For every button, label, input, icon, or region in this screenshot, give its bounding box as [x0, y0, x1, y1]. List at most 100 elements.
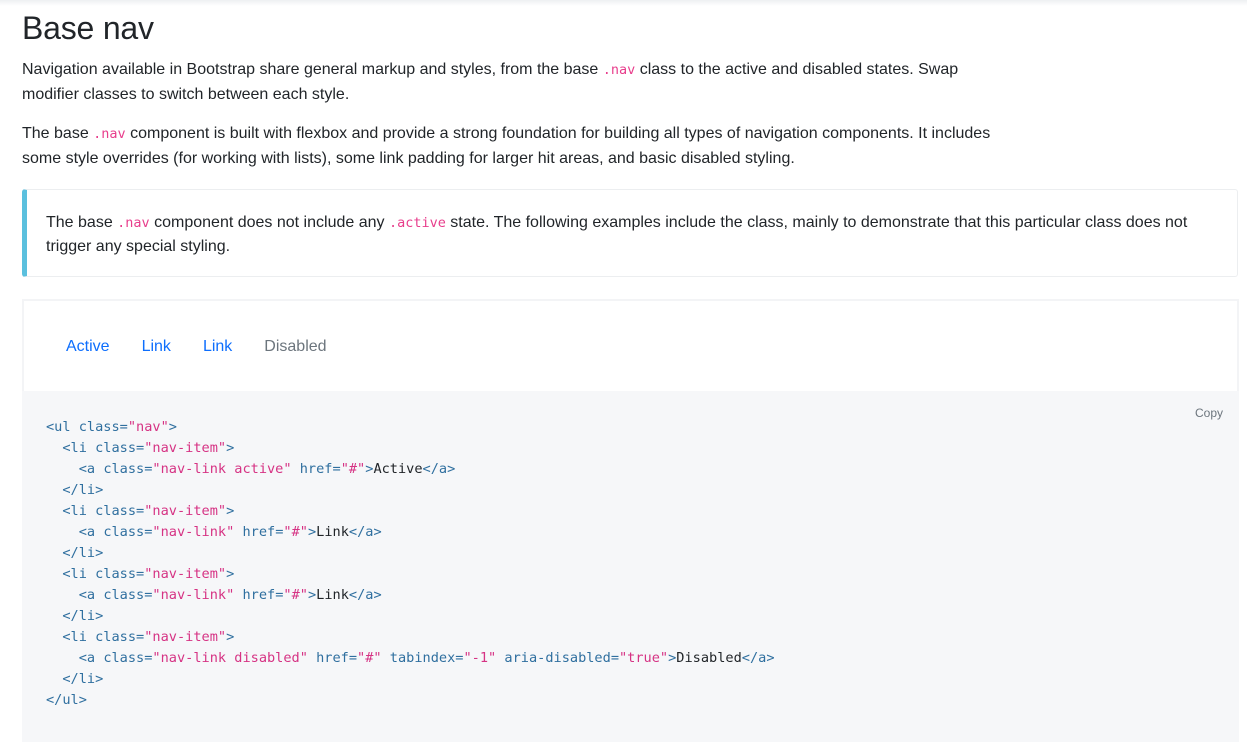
code-token: class — [103, 587, 145, 603]
code-token: = — [348, 650, 358, 666]
code-token: </a> — [348, 587, 382, 603]
code-token: "nav-link" — [152, 587, 235, 603]
callout-text-middle: component does not include any — [149, 214, 389, 231]
code-line: <a class="nav-link" href="#">Link</a> — [46, 524, 382, 540]
code-token: = — [136, 440, 145, 456]
code-line: </li> — [46, 482, 103, 498]
code-line: <a class="nav-link active" href="#">Acti… — [46, 461, 456, 477]
code-snippet: Copy <ul class="nav"> <li class="nav-ite… — [22, 391, 1239, 742]
copy-button[interactable]: Copy — [1195, 406, 1223, 420]
code-token: > — [168, 419, 177, 435]
code-token: <a — [78, 650, 104, 666]
code-token: > — [226, 503, 235, 519]
code-token: href — [242, 524, 276, 540]
code-token: </a> — [741, 650, 775, 666]
nav-item: Link — [126, 336, 187, 358]
nav-link[interactable]: Link — [126, 336, 187, 358]
code-token: <a — [78, 587, 104, 603]
page-title: Base nav — [22, 10, 154, 46]
code-line: <li class="nav-item"> — [46, 629, 234, 645]
code-token: tabindex — [389, 650, 456, 666]
code-token: </li> — [62, 671, 104, 687]
inline-code: .nav — [93, 126, 126, 142]
code-token: "nav-item" — [144, 629, 227, 645]
code-token: class — [103, 461, 145, 477]
code-token: "#" — [340, 461, 366, 477]
code-token: href — [299, 461, 333, 477]
nav-link[interactable]: Link — [187, 336, 248, 358]
code-line: </li> — [46, 608, 103, 624]
code-token: </ul> — [46, 692, 87, 708]
code-token: Link — [316, 524, 349, 540]
top-shadow — [0, 0, 1247, 6]
code-token: href — [316, 650, 349, 666]
nav-item: Link — [187, 336, 248, 358]
code-token: <a — [78, 461, 104, 477]
code-line: </li> — [46, 545, 103, 561]
code-token: "#" — [357, 650, 382, 666]
nav-item: Active — [50, 336, 126, 358]
code-token: = — [119, 419, 128, 435]
callout-text: The base .nav component does not include… — [46, 211, 1226, 259]
code-token: </li> — [62, 608, 104, 624]
info-callout: The base .nav component does not include… — [22, 189, 1238, 277]
code-line: <a class="nav-link" href="#">Link</a> — [46, 587, 382, 603]
code-token: "true" — [619, 650, 669, 666]
code-listing: <ul class="nav"> <li class="nav-item"> <… — [46, 417, 775, 711]
inline-code: .active — [388, 215, 446, 231]
code-token: "nav-link" — [152, 524, 235, 540]
code-token: <li — [62, 629, 96, 645]
code-token: <a — [78, 524, 104, 540]
nav-link-disabled: Disabled — [264, 338, 327, 355]
code-token: class — [103, 524, 145, 540]
code-token: "nav-item" — [144, 440, 227, 456]
code-token: = — [610, 650, 619, 666]
description-text: The base — [22, 125, 94, 142]
intro-text: Navigation available in Bootstrap share … — [22, 61, 603, 78]
code-token: = — [332, 461, 341, 477]
code-token: <ul — [46, 419, 79, 435]
code-token: > — [226, 566, 235, 582]
code-token: > — [307, 587, 317, 603]
code-token: </a> — [348, 524, 382, 540]
code-token: </li> — [62, 545, 104, 561]
code-token: <li — [62, 503, 96, 519]
code-token: class — [95, 629, 137, 645]
code-token: class — [95, 503, 137, 519]
code-token: Active — [373, 461, 423, 477]
code-token: Link — [316, 587, 349, 603]
code-token: <li — [62, 566, 96, 582]
code-token: Disabled — [676, 650, 742, 666]
code-token: class — [103, 650, 145, 666]
code-token: class — [95, 566, 137, 582]
intro-paragraph: Navigation available in Bootstrap share … — [22, 58, 1012, 106]
code-token: "nav-item" — [144, 566, 227, 582]
code-line: <ul class="nav"> — [46, 419, 177, 435]
code-line: </ul> — [46, 692, 87, 708]
code-line: </li> — [46, 671, 103, 687]
code-line: <li class="nav-item"> — [46, 440, 234, 456]
code-token: </li> — [62, 482, 104, 498]
base-nav: Active Link Link Disabled — [50, 336, 343, 358]
nav-item: Disabled — [248, 336, 342, 358]
code-token: > — [307, 524, 317, 540]
example-preview: Active Link Link Disabled — [22, 299, 1239, 391]
nav-link-active[interactable]: Active — [50, 336, 126, 358]
code-token: "nav-link disabled" — [152, 650, 308, 666]
code-token: "#" — [283, 587, 308, 603]
code-token: "#" — [283, 524, 308, 540]
code-token: > — [226, 629, 235, 645]
code-token: class — [95, 440, 137, 456]
inline-code: .nav — [602, 62, 636, 78]
code-line: <li class="nav-item"> — [46, 503, 234, 519]
code-token: <li — [62, 440, 96, 456]
code-token: > — [226, 440, 235, 456]
inline-code: .nav — [117, 215, 150, 231]
description-text-end: component is built with flexbox and prov… — [22, 125, 991, 167]
code-token: = — [136, 629, 145, 645]
code-token: </a> — [422, 461, 456, 477]
code-line: <li class="nav-item"> — [46, 566, 234, 582]
